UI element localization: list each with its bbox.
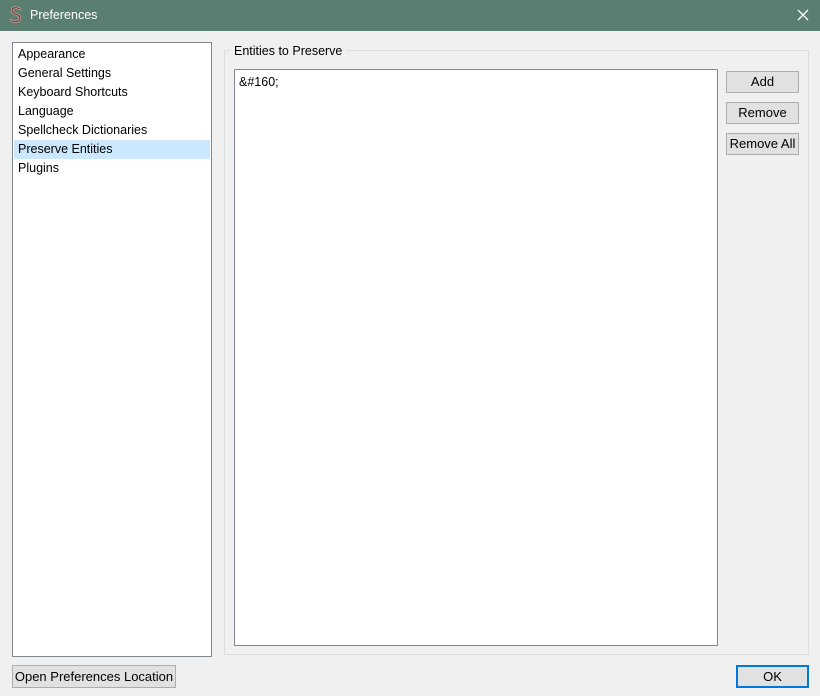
category-item-language[interactable]: Language: [14, 102, 210, 121]
category-item-preserve-entities[interactable]: Preserve Entities: [14, 140, 210, 159]
category-item-keyboard-shortcuts[interactable]: Keyboard Shortcuts: [14, 83, 210, 102]
preferences-window: Preferences Appearance General Settings …: [0, 0, 820, 696]
entity-list[interactable]: &#160;: [234, 69, 718, 646]
sigil-icon: [8, 6, 24, 24]
category-item-appearance[interactable]: Appearance: [14, 45, 210, 64]
close-icon: [797, 9, 809, 21]
category-item-plugins[interactable]: Plugins: [14, 159, 210, 178]
group-title: Entities to Preserve: [230, 44, 347, 59]
category-item-general-settings[interactable]: General Settings: [14, 64, 210, 83]
entity-list-item[interactable]: &#160;: [239, 74, 279, 90]
category-item-spellcheck-dictionaries[interactable]: Spellcheck Dictionaries: [14, 121, 210, 140]
add-button[interactable]: Add: [726, 71, 799, 93]
close-button[interactable]: [786, 0, 820, 31]
title-bar[interactable]: Preferences: [0, 0, 820, 31]
ok-button[interactable]: OK: [736, 665, 809, 688]
category-list[interactable]: Appearance General Settings Keyboard Sho…: [12, 42, 212, 657]
open-preferences-location-button[interactable]: Open Preferences Location: [12, 665, 176, 688]
remove-button[interactable]: Remove: [726, 102, 799, 124]
window-title: Preferences: [30, 8, 98, 22]
remove-all-button[interactable]: Remove All: [726, 133, 799, 155]
